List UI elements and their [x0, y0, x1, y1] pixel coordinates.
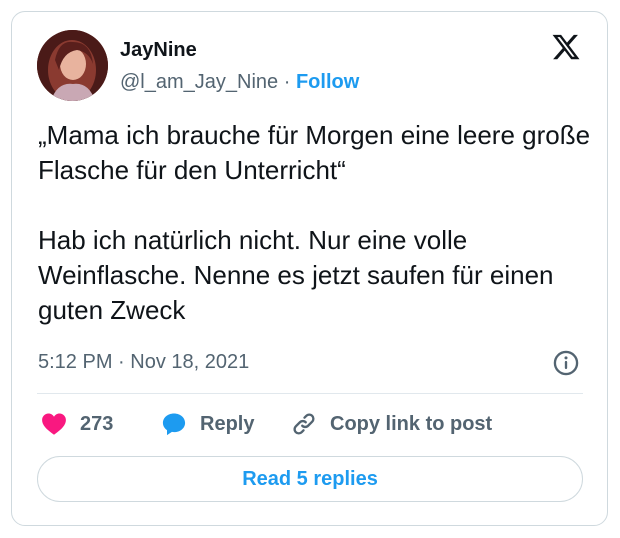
divider [37, 393, 583, 394]
avatar-image [37, 30, 108, 101]
copy-link-label: Copy link to post [330, 413, 493, 435]
author-handle[interactable]: @l_am_Jay_Nine [120, 71, 278, 93]
link-icon [293, 413, 315, 435]
read-replies-button[interactable]: Read 5 replies [37, 456, 583, 502]
read-replies-label: Read 5 replies [242, 467, 378, 490]
speech-bubble-icon [162, 413, 186, 436]
follow-button[interactable]: Follow [296, 71, 359, 93]
like-count: 273 [80, 413, 114, 435]
tweet-timestamp[interactable]: 5:12 PM · Nov 18, 2021 [38, 350, 249, 374]
author-handle-row: @l_am_Jay_Nine · Follow [120, 70, 359, 94]
copy-link-button[interactable]: Copy link to post [290, 410, 492, 438]
author-name[interactable]: JayNine [120, 38, 197, 62]
avatar[interactable] [37, 30, 108, 101]
tweet-text: „Mama ich brauche für Morgen eine leere … [38, 120, 591, 325]
handle-separator: · [283, 71, 291, 93]
x-logo-icon[interactable] [551, 32, 581, 62]
reply-button[interactable]: Reply [160, 410, 254, 438]
like-button[interactable]: 273 [40, 410, 113, 438]
heart-icon [42, 413, 66, 435]
info-icon[interactable] [552, 349, 580, 377]
reply-label: Reply [200, 413, 255, 435]
